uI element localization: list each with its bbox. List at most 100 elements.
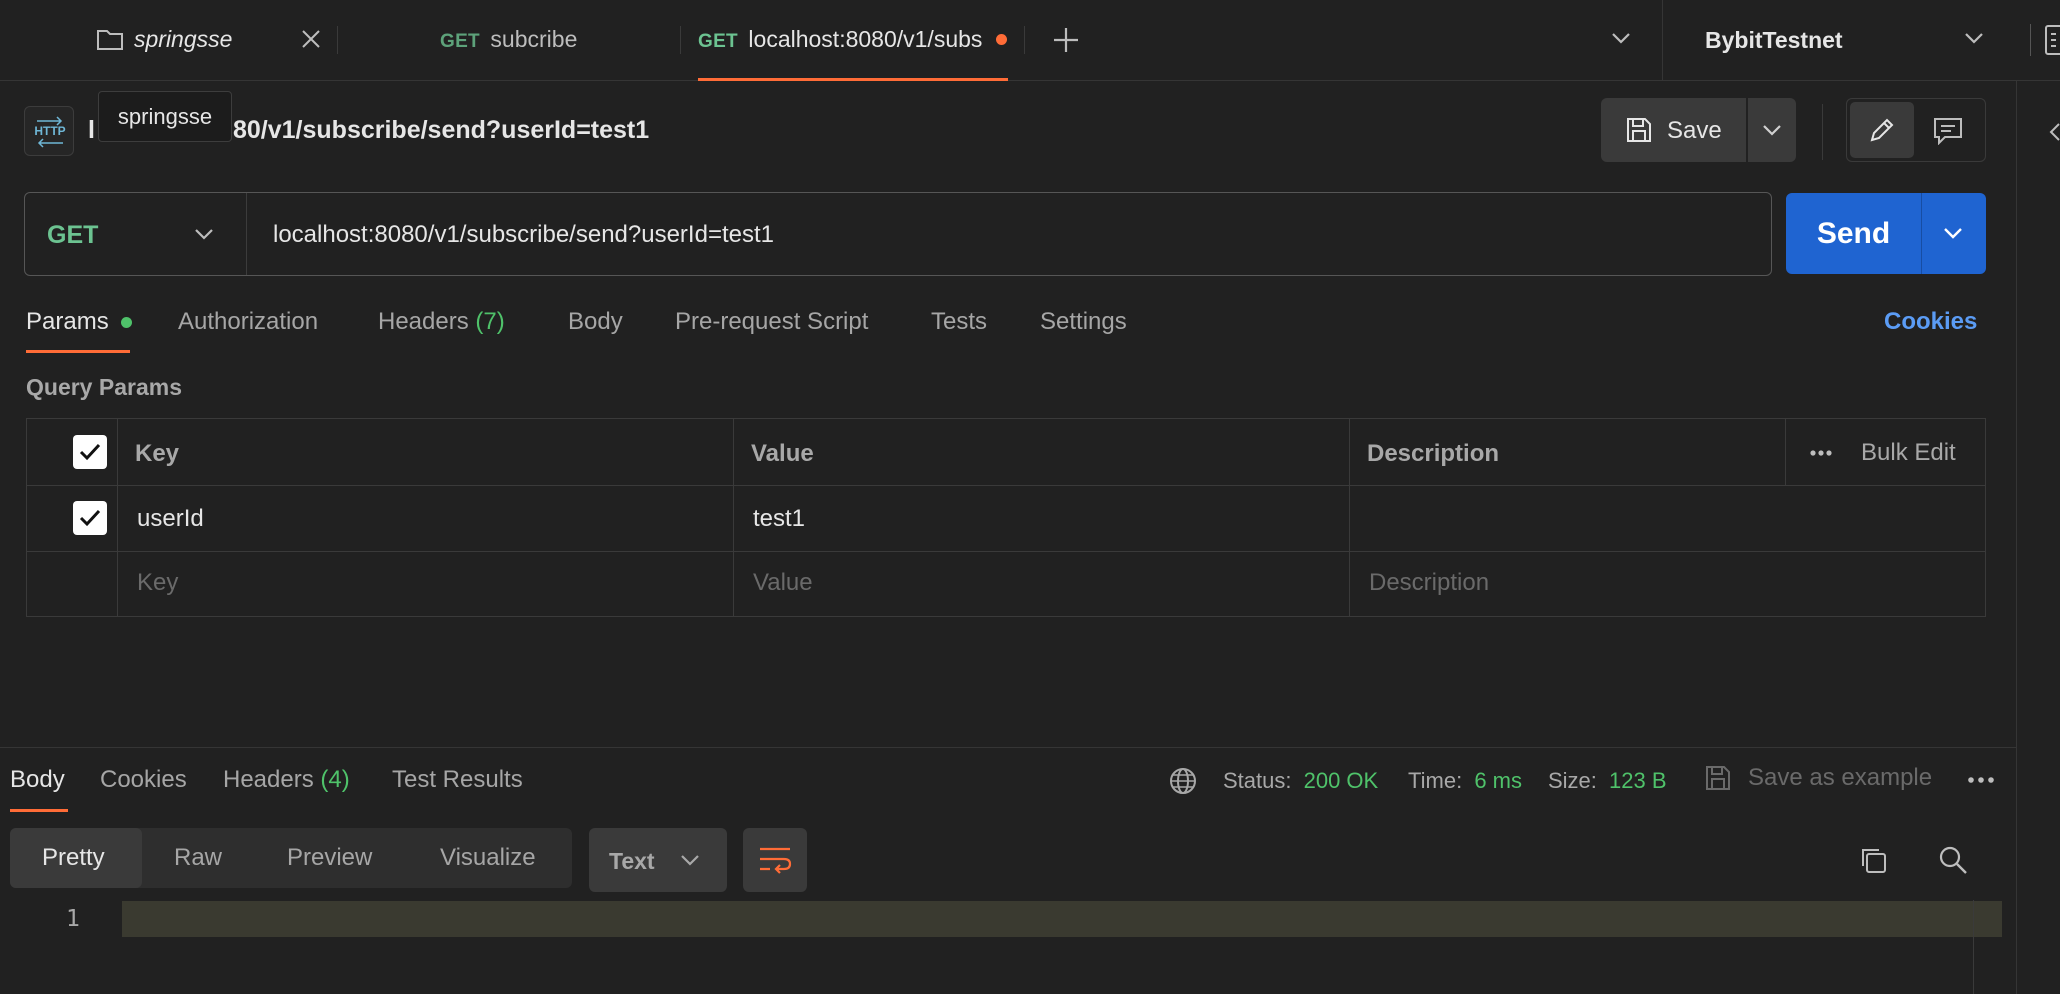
new-tab-plus-icon[interactable] — [1052, 26, 1080, 54]
globe-icon[interactable] — [1168, 766, 1198, 796]
response-size[interactable]: Size: 123 B — [1548, 768, 1667, 794]
column-header-key: Key — [135, 440, 180, 467]
wrap-lines-button[interactable] — [743, 828, 807, 892]
view-raw-button[interactable]: Raw — [174, 844, 222, 872]
url-bar: GET localhost:8080/v1/subscribe/send?use… — [24, 192, 1772, 276]
collection-tab-label: springsse — [134, 26, 233, 52]
view-visualize-button[interactable]: Visualize — [440, 844, 536, 872]
params-active-dot — [121, 317, 133, 329]
status-label: Status: — [1223, 768, 1292, 793]
new-param-key-input[interactable]: Key — [137, 569, 178, 597]
request-title[interactable]: 80/v1/subscribe/send?userId=test1 — [233, 116, 649, 145]
collection-tooltip: springsse — [98, 91, 232, 142]
query-params-title: Query Params — [26, 374, 182, 400]
bulk-edit-button[interactable]: Bulk Edit — [1861, 439, 1956, 467]
copy-icon[interactable] — [1858, 845, 1888, 875]
response-tab-headers[interactable]: Headers (4) — [223, 766, 350, 794]
environment-quicklook-icon[interactable] — [2044, 24, 2060, 56]
tab-params[interactable]: Params — [26, 308, 133, 336]
chevron-down-icon — [1761, 122, 1783, 138]
chevron-down-icon — [1963, 30, 1985, 46]
response-body-tab-underline — [10, 809, 68, 812]
request-title-prefix: l — [88, 116, 95, 144]
save-as-example-label: Save as example — [1748, 764, 1933, 791]
size-value: 123 B — [1609, 768, 1667, 793]
response-headers-count: (4) — [320, 766, 350, 793]
svg-text:HTTP: HTTP — [34, 124, 65, 138]
line-number: 1 — [66, 906, 80, 932]
environment-name: BybitTestnet — [1705, 27, 1843, 53]
tab-method: GET — [440, 31, 480, 52]
active-tab-underline — [698, 78, 1008, 81]
right-sidebar-strip — [2016, 81, 2060, 994]
http-request-icon: HTTP — [24, 106, 74, 156]
param-key-cell[interactable]: userId — [137, 505, 204, 533]
collection-tab[interactable]: springsse — [96, 22, 336, 60]
chevron-down-icon — [679, 852, 701, 868]
tab-tests[interactable]: Tests — [931, 308, 987, 336]
view-pretty-button[interactable]: Pretty — [10, 828, 142, 888]
format-dropdown[interactable]: Text — [589, 828, 727, 892]
column-header-description: Description — [1367, 440, 1500, 467]
tab-settings[interactable]: Settings — [1040, 308, 1127, 336]
tab-subcribe[interactable]: GET subcribe — [440, 26, 680, 60]
save-options-dropdown[interactable] — [1748, 98, 1796, 162]
response-more-icon[interactable] — [1967, 776, 1995, 784]
save-icon — [1625, 116, 1653, 144]
tab-prerequest-script[interactable]: Pre-request Script — [675, 308, 868, 336]
edit-pencil-button[interactable] — [1850, 102, 1914, 158]
new-param-description-input[interactable]: Description — [1369, 569, 1489, 597]
params-table: Key Value Description Bulk Edit userId t… — [26, 418, 1986, 617]
close-icon[interactable] — [300, 28, 322, 50]
wrap-lines-icon — [758, 845, 792, 875]
response-status[interactable]: Status: 200 OK — [1223, 768, 1378, 794]
comments-icon[interactable] — [1933, 117, 1963, 145]
tab-params-label: Params — [26, 308, 109, 335]
column-header-value: Value — [751, 440, 814, 467]
tab-bar: springsse GET subcribe GET localhost:808… — [0, 0, 2060, 81]
environment-selector[interactable]: BybitTestnet — [1663, 0, 2023, 81]
tab-label: subcribe — [490, 26, 578, 52]
format-label: Text — [609, 848, 655, 874]
response-tab-cookies[interactable]: Cookies — [100, 766, 187, 794]
method-selector[interactable]: GET — [25, 193, 247, 275]
row-enabled-checkbox[interactable] — [73, 501, 107, 535]
select-all-checkbox[interactable] — [73, 435, 107, 469]
tab-body[interactable]: Body — [568, 308, 623, 336]
view-toggle-group — [1846, 98, 1986, 162]
response-time[interactable]: Time: 6 ms — [1408, 768, 1522, 794]
tab-headers-count: (7) — [475, 308, 505, 335]
save-button[interactable]: Save — [1601, 98, 1746, 162]
view-preview-button[interactable]: Preview — [287, 844, 372, 872]
response-body-editor-line[interactable] — [122, 901, 2002, 937]
send-button[interactable]: Send — [1786, 193, 1921, 274]
time-value: 6 ms — [1474, 768, 1522, 793]
send-options-dropdown[interactable] — [1922, 193, 1986, 274]
search-icon[interactable] — [1938, 845, 1968, 875]
pencil-icon — [1868, 116, 1896, 144]
response-headers-label: Headers — [223, 766, 314, 793]
tabs-overflow-chevron-icon[interactable] — [1610, 30, 1632, 46]
tab-authorization[interactable]: Authorization — [178, 308, 318, 336]
time-label: Time: — [1408, 768, 1463, 793]
save-label: Save — [1667, 117, 1722, 144]
size-label: Size: — [1548, 768, 1597, 793]
view-pretty-label: Pretty — [42, 844, 105, 871]
save-icon — [1704, 764, 1732, 792]
chevron-down-icon — [193, 226, 215, 242]
cookies-link[interactable]: Cookies — [1884, 308, 1977, 336]
response-tab-test-results[interactable]: Test Results — [392, 766, 523, 794]
params-tab-underline — [26, 350, 130, 353]
status-value: 200 OK — [1303, 768, 1379, 793]
url-input[interactable]: localhost:8080/v1/subscribe/send?userId=… — [273, 221, 774, 249]
collapse-chevron-icon[interactable] — [2047, 121, 2060, 143]
new-param-value-input[interactable]: Value — [753, 569, 813, 597]
editor-scrollbar[interactable] — [1973, 900, 1974, 994]
response-tab-body[interactable]: Body — [10, 766, 65, 794]
unsaved-dot — [996, 34, 1007, 45]
tab-headers[interactable]: Headers (7) — [378, 308, 505, 336]
param-value-cell[interactable]: test1 — [753, 505, 805, 533]
more-options-icon[interactable] — [1809, 449, 1833, 457]
tab-active-request[interactable]: GET localhost:8080/v1/subs — [698, 26, 1010, 60]
chevron-down-icon — [1942, 225, 1964, 241]
